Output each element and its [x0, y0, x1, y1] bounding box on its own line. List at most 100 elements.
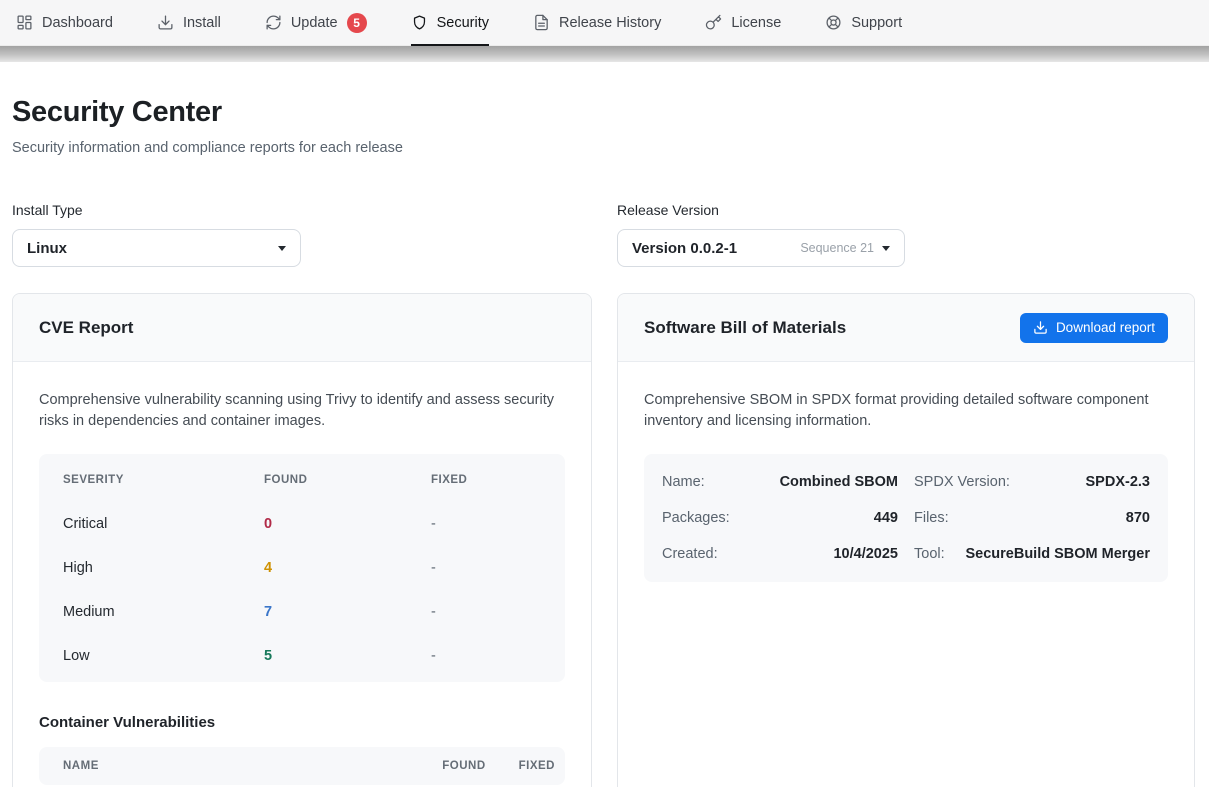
install-type-filter: Install Type Linux [12, 202, 592, 267]
container-table-header: NAME FOUND FIXED [39, 747, 565, 785]
fixed-count: - [431, 604, 541, 620]
key-icon [705, 14, 722, 31]
download-icon [1033, 320, 1048, 335]
col-found: FOUND [264, 474, 431, 486]
col-found: FOUND [442, 760, 485, 772]
detail-label: SPDX Version: [914, 474, 1010, 490]
sbom-detail-name: Name: Combined SBOM [662, 474, 898, 490]
detail-value: 870 [1126, 510, 1150, 526]
severity-label: High [63, 560, 264, 576]
detail-value: SecureBuild SBOM Merger [965, 546, 1150, 562]
found-count: 0 [264, 516, 431, 532]
severity-label: Low [63, 648, 264, 664]
severity-label: Medium [63, 604, 264, 620]
severity-label: Critical [63, 516, 264, 532]
detail-value: 449 [874, 510, 898, 526]
detail-label: Files: [914, 510, 949, 526]
chevron-down-icon [882, 246, 890, 251]
nav-item-dashboard[interactable]: Dashboard [16, 0, 113, 46]
nav-label: Install [183, 15, 221, 31]
sbom-description: Comprehensive SBOM in SPDX format provid… [644, 390, 1168, 432]
nav-label: Update [291, 15, 338, 31]
main-content: Security Center Security information and… [0, 96, 1209, 787]
page-title: Security Center [12, 96, 1195, 129]
table-row: Medium 7 - [39, 590, 565, 634]
table-row: Name: Combined SBOM SPDX Version: SPDX-2… [662, 464, 1150, 500]
release-sequence-label: Sequence 21 [800, 241, 874, 255]
cve-description: Comprehensive vulnerability scanning usi… [39, 390, 565, 432]
release-version-value: Version 0.0.2-1 [632, 240, 737, 257]
detail-label: Tool: [914, 546, 945, 562]
detail-value: Combined SBOM [780, 474, 898, 490]
sbom-card: Software Bill of Materials Download repo… [617, 293, 1195, 787]
table-row: Low 5 - [39, 634, 565, 678]
report-cards-row: CVE Report Comprehensive vulnerability s… [12, 293, 1195, 787]
nav-item-license[interactable]: License [705, 0, 781, 46]
release-version-select[interactable]: Version 0.0.2-1 Sequence 21 [617, 229, 905, 267]
table-row: Critical 0 - [39, 502, 565, 546]
nav-item-release-history[interactable]: Release History [533, 0, 661, 46]
col-fixed: FIXED [519, 760, 555, 772]
shield-icon [411, 14, 428, 31]
refresh-icon [265, 14, 282, 31]
cve-card-header: CVE Report [13, 294, 591, 362]
found-count: 4 [264, 560, 431, 576]
update-count-badge: 5 [347, 13, 367, 33]
sbom-card-body: Comprehensive SBOM in SPDX format provid… [618, 362, 1194, 608]
cve-card-title: CVE Report [39, 318, 133, 338]
container-vulnerabilities-title: Container Vulnerabilities [39, 714, 565, 731]
found-count: 7 [264, 604, 431, 620]
release-version-label: Release Version [617, 202, 1195, 218]
nav-item-support[interactable]: Support [825, 0, 902, 46]
nav-label: Dashboard [42, 15, 113, 31]
col-severity: SEVERITY [63, 474, 264, 486]
col-name: NAME [63, 760, 409, 772]
nav-item-security[interactable]: Security [411, 0, 489, 46]
sbom-detail-tool: Tool: SecureBuild SBOM Merger [914, 546, 1150, 562]
cve-report-card: CVE Report Comprehensive vulnerability s… [12, 293, 592, 787]
download-report-button[interactable]: Download report [1020, 313, 1168, 343]
sbom-card-header: Software Bill of Materials Download repo… [618, 294, 1194, 362]
detail-label: Packages: [662, 510, 730, 526]
nav-item-install[interactable]: Install [157, 0, 221, 46]
fixed-count: - [431, 560, 541, 576]
table-row: Created: 10/4/2025 Tool: SecureBuild SBO… [662, 536, 1150, 572]
dashboard-icon [16, 14, 33, 31]
sbom-card-title: Software Bill of Materials [644, 318, 846, 338]
table-row: High 4 - [39, 546, 565, 590]
detail-value: 10/4/2025 [833, 546, 898, 562]
lifebuoy-icon [825, 14, 842, 31]
download-icon [157, 14, 174, 31]
detail-label: Name: [662, 474, 705, 490]
document-icon [533, 14, 550, 31]
nav-label: License [731, 15, 781, 31]
found-count: 5 [264, 648, 431, 664]
sbom-detail-spdx-version: SPDX Version: SPDX-2.3 [914, 474, 1150, 490]
cve-card-body: Comprehensive vulnerability scanning usi… [13, 362, 591, 787]
nav-label: Security [437, 15, 489, 31]
download-report-label: Download report [1056, 320, 1155, 335]
filters-row: Install Type Linux Release Version Versi… [12, 202, 1195, 267]
install-type-label: Install Type [12, 202, 592, 218]
chevron-down-icon [278, 246, 286, 251]
fixed-count: - [431, 516, 541, 532]
install-type-select[interactable]: Linux [12, 229, 301, 267]
nav-label: Release History [559, 15, 661, 31]
sbom-detail-created: Created: 10/4/2025 [662, 546, 898, 562]
detail-value: SPDX-2.3 [1086, 474, 1150, 490]
detail-label: Created: [662, 546, 718, 562]
top-navigation: Dashboard Install Update 5 Security Rele… [0, 0, 1209, 46]
sbom-details-panel: Name: Combined SBOM SPDX Version: SPDX-2… [644, 454, 1168, 582]
nav-label: Support [851, 15, 902, 31]
release-version-filter: Release Version Version 0.0.2-1 Sequence… [617, 202, 1195, 267]
sbom-detail-files: Files: 870 [914, 510, 1150, 526]
fixed-count: - [431, 648, 541, 664]
page-subtitle: Security information and compliance repo… [12, 140, 1195, 156]
nav-item-update[interactable]: Update 5 [265, 0, 367, 46]
sbom-detail-packages: Packages: 449 [662, 510, 898, 526]
severity-table-header: SEVERITY FOUND FIXED [39, 458, 565, 502]
nav-shadow-divider [0, 46, 1209, 62]
install-type-value: Linux [27, 240, 67, 257]
table-row: Packages: 449 Files: 870 [662, 500, 1150, 536]
col-fixed: FIXED [431, 474, 541, 486]
